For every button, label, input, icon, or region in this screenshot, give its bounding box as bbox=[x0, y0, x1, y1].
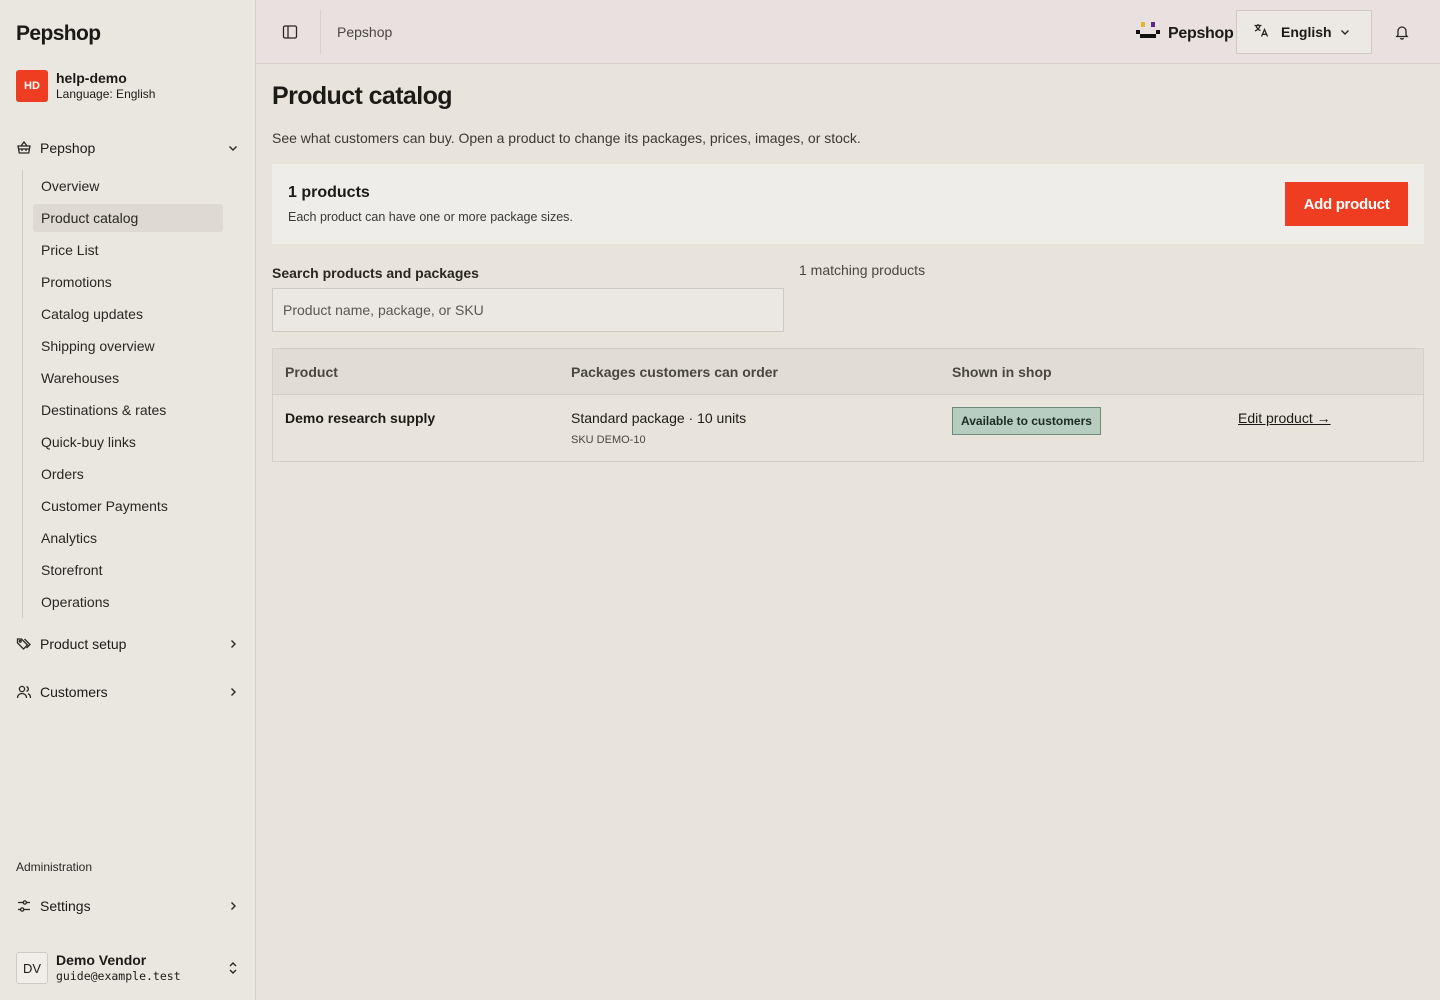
nav-group-label: Settings bbox=[40, 898, 91, 914]
sidebar-item-analytics[interactable]: Analytics bbox=[33, 524, 223, 552]
sidebar-item-customer-payments[interactable]: Customer Payments bbox=[33, 492, 223, 520]
section-label-administration: Administration bbox=[16, 860, 93, 874]
column-header-packages: Packages customers can order bbox=[571, 364, 778, 380]
org-name: help-demo bbox=[56, 70, 127, 86]
basket-icon bbox=[16, 140, 32, 156]
org-language: Language: English bbox=[56, 87, 156, 101]
translate-icon bbox=[1253, 22, 1269, 43]
status-badge: Available to customers bbox=[952, 407, 1101, 435]
product-name: Demo research supply bbox=[285, 410, 436, 426]
sidebar-item-destinations-rates[interactable]: Destinations & rates bbox=[33, 396, 223, 424]
user-menu[interactable]: DV Demo Vendor guide@example.test bbox=[16, 952, 240, 984]
user-name: Demo Vendor bbox=[56, 952, 147, 968]
sidebar-item-product-catalog[interactable]: Product catalog bbox=[33, 204, 223, 232]
sidebar-item-price-list[interactable]: Price List bbox=[33, 236, 223, 264]
org-switcher[interactable]: HD help-demo Language: English bbox=[16, 70, 155, 102]
nav-group-label: Customers bbox=[40, 684, 108, 700]
breadcrumb[interactable]: Pepshop bbox=[337, 24, 392, 40]
chevron-right-icon bbox=[226, 899, 240, 913]
chevron-down-icon bbox=[1339, 25, 1353, 39]
top-bar: Pepshop Pepshop English bbox=[256, 0, 1440, 64]
user-avatar: DV bbox=[16, 952, 48, 984]
page-title: Product catalog bbox=[272, 82, 453, 110]
page-description: See what customers can buy. Open a produ… bbox=[272, 130, 861, 146]
column-header-product: Product bbox=[285, 364, 338, 380]
brand-logo[interactable]: Pepshop bbox=[16, 22, 101, 46]
top-logo: Pepshop bbox=[1136, 20, 1234, 47]
language-select[interactable]: English bbox=[1236, 10, 1372, 54]
add-product-button[interactable]: Add product bbox=[1285, 182, 1408, 226]
chevron-up-down-icon bbox=[226, 961, 240, 975]
nav-group-label: Product setup bbox=[40, 636, 127, 652]
edit-product-link[interactable]: Edit product → bbox=[1238, 410, 1331, 426]
table-row: Demo research supply Standard package · … bbox=[273, 395, 1423, 461]
sidebar-item-overview[interactable]: Overview bbox=[33, 172, 223, 200]
nav-group-customers[interactable]: Customers bbox=[16, 680, 240, 704]
chevron-down-icon bbox=[226, 141, 240, 155]
users-icon bbox=[16, 684, 32, 700]
table-header: Product Packages customers can order Sho… bbox=[273, 349, 1423, 395]
package-description: Standard package · 10 units bbox=[571, 410, 747, 426]
sidebar-item-shipping-overview[interactable]: Shipping overview bbox=[33, 332, 223, 360]
nav-group-pepshop[interactable]: Pepshop bbox=[16, 136, 240, 160]
language-select-value: English bbox=[1281, 24, 1332, 40]
sidebar-item-catalog-updates[interactable]: Catalog updates bbox=[33, 300, 223, 328]
sidebar-item-quick-buy-links[interactable]: Quick-buy links bbox=[33, 428, 223, 456]
submenu-guide-line bbox=[22, 170, 23, 618]
top-logo-text: Pepshop bbox=[1168, 24, 1234, 42]
package-sku: SKU DEMO-10 bbox=[571, 434, 646, 446]
sidebar-item-promotions[interactable]: Promotions bbox=[33, 268, 223, 296]
sidebar-item-orders[interactable]: Orders bbox=[33, 460, 223, 488]
tags-icon bbox=[16, 636, 32, 652]
nav-group-settings[interactable]: Settings bbox=[16, 894, 240, 918]
user-email: guide@example.test bbox=[56, 969, 181, 983]
sidebar-toggle-icon bbox=[282, 25, 298, 39]
search-label: Search products and packages bbox=[272, 265, 479, 281]
column-header-shown-in-shop: Shown in shop bbox=[952, 364, 1052, 380]
sidebar-item-operations[interactable]: Operations bbox=[33, 588, 223, 616]
nav-group-product-setup[interactable]: Product setup bbox=[16, 632, 240, 656]
chevron-right-icon bbox=[226, 637, 240, 651]
summary-card: 1 products Each product can have one or … bbox=[272, 164, 1424, 244]
search-input[interactable] bbox=[272, 288, 784, 332]
bell-icon bbox=[1395, 26, 1409, 40]
chevron-right-icon bbox=[226, 685, 240, 699]
notifications-button[interactable] bbox=[1394, 24, 1410, 40]
sidebar: Pepshop HD help-demo Language: English P… bbox=[0, 0, 256, 1000]
summary-hint: Each product can have one or more packag… bbox=[288, 210, 573, 224]
top-bar-divider bbox=[320, 10, 321, 54]
org-avatar: HD bbox=[16, 70, 48, 102]
nav-group-label: Pepshop bbox=[40, 140, 96, 156]
settings-sliders-icon bbox=[16, 898, 32, 914]
pepshop-logo-icon bbox=[1136, 20, 1160, 47]
sidebar-item-warehouses[interactable]: Warehouses bbox=[33, 364, 223, 392]
matching-count: 1 matching products bbox=[799, 262, 926, 278]
sidebar-toggle-button[interactable] bbox=[280, 22, 300, 42]
products-table: Product Packages customers can order Sho… bbox=[272, 348, 1424, 462]
product-count: 1 products bbox=[288, 184, 370, 201]
sidebar-item-storefront[interactable]: Storefront bbox=[33, 556, 223, 584]
